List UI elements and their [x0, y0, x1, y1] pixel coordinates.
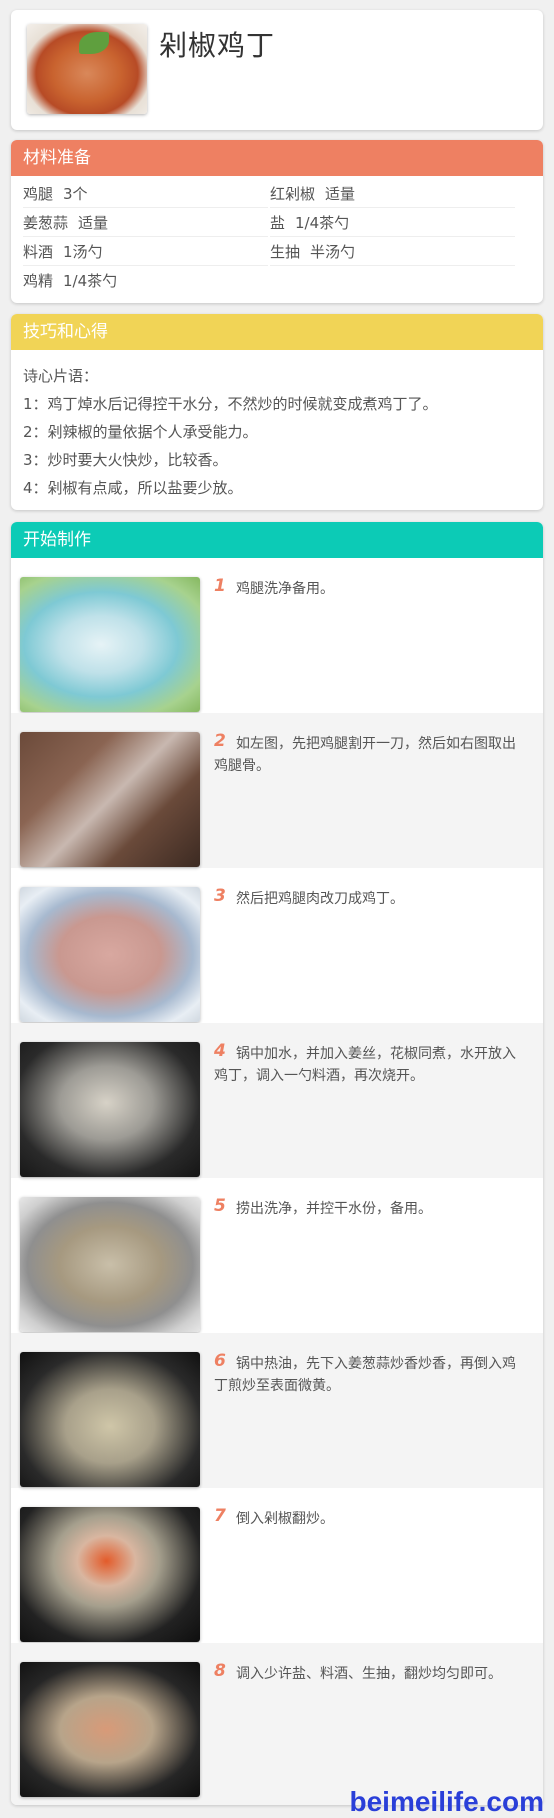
step-text: 锅中加水，并加入姜丝，花椒同煮，水开放入鸡丁，调入一勺料酒，再次烧开。 [214, 1046, 516, 1084]
tips-header: 技巧和心得 [11, 314, 543, 350]
step-photo[interactable] [20, 732, 200, 867]
recipe-page: 剁椒鸡丁 材料准备 鸡腿 3个 红剁椒 适量 姜葱蒜 适量 盐 1/4茶勺 料酒 1汤勺 … [0, 0, 554, 1818]
tip-line: 3：炒时要大火快炒，比较香。 [23, 451, 228, 469]
step-photo[interactable] [20, 887, 200, 1022]
ingredient-item: 鸡腿 3个 [23, 180, 268, 208]
recipe-title: 剁椒鸡丁 [159, 29, 276, 62]
step-photo[interactable] [20, 1507, 200, 1642]
step-row: 2 如左图，先把鸡腿割开一刀，然后如右图取出鸡腿骨。 [11, 713, 543, 868]
ingredient-item: 鸡精 1/4茶勺 [23, 272, 118, 290]
step-text: 如左图，先把鸡腿割开一刀，然后如右图取出鸡腿骨。 [214, 736, 516, 774]
ingredients-header: 材料准备 [11, 140, 543, 176]
step-row: 8 调入少许盐、料酒、生抽，翻炒均匀即可。 [11, 1643, 543, 1805]
tip-line: 4：剁椒有点咸，所以盐要少放。 [23, 479, 243, 497]
steps-header: 开始制作 [11, 522, 543, 558]
step-text: 倒入剁椒翻炒。 [236, 1511, 334, 1527]
tips-intro: 诗心片语： [23, 367, 99, 385]
ingredient-item: 料酒 1汤勺 [23, 238, 268, 266]
tips-body: 诗心片语： 1：鸡丁焯水后记得控干水分，不然炒的时候就变成煮鸡丁了。 2：剁辣椒… [23, 362, 438, 502]
ingredient-item: 红剁椒 适量 [270, 180, 515, 208]
site-watermark: beimeilife.com [349, 1786, 544, 1817]
ingredient-item: 生抽 半汤勺 [270, 238, 515, 266]
tip-line: 1：鸡丁焯水后记得控干水分，不然炒的时候就变成煮鸡丁了。 [23, 395, 438, 413]
ingredient-item: 姜葱蒜 适量 [23, 209, 268, 237]
step-row: 4 锅中加水，并加入姜丝，花椒同煮，水开放入鸡丁，调入一勺料酒，再次烧开。 [11, 1023, 543, 1178]
step-row: 6 锅中热油，先下入姜葱蒜炒香炒香，再倒入鸡丁煎炒至表面微黄。 [11, 1333, 543, 1488]
step-row: 7 倒入剁椒翻炒。 [11, 1488, 543, 1643]
step-text: 鸡腿洗净备用。 [236, 581, 334, 597]
step-text: 锅中热油，先下入姜葱蒜炒香炒香，再倒入鸡丁煎炒至表面微黄。 [214, 1356, 516, 1394]
step-photo[interactable] [20, 577, 200, 712]
step-photo[interactable] [20, 1197, 200, 1332]
step-text: 捞出洗净，并控干水份，备用。 [236, 1201, 432, 1217]
steps-card: 开始制作 1 鸡腿洗净备用。 2 如左图，先把鸡腿割开一刀，然后如右图取出鸡腿骨… [11, 522, 543, 1805]
step-photo[interactable] [20, 1352, 200, 1487]
step-text: 调入少许盐、料酒、生抽，翻炒均匀即可。 [236, 1666, 502, 1682]
step-row: 1 鸡腿洗净备用。 [11, 558, 543, 713]
recipe-hero-card: 剁椒鸡丁 [11, 10, 543, 130]
tips-card: 技巧和心得 诗心片语： 1：鸡丁焯水后记得控干水分，不然炒的时候就变成煮鸡丁了。… [11, 314, 543, 510]
ingredient-item: 盐 1/4茶勺 [270, 209, 515, 237]
ingredients-card: 材料准备 鸡腿 3个 红剁椒 适量 姜葱蒜 适量 盐 1/4茶勺 料酒 1汤勺 生抽 半汤勺… [11, 140, 543, 303]
dish-photo[interactable] [27, 24, 147, 114]
step-photo[interactable] [20, 1042, 200, 1177]
step-row: 5 捞出洗净，并控干水份，备用。 [11, 1178, 543, 1333]
step-photo[interactable] [20, 1662, 200, 1797]
step-row: 3 然后把鸡腿肉改刀成鸡丁。 [11, 868, 543, 1023]
tip-line: 2：剁辣椒的量依据个人承受能力。 [23, 423, 258, 441]
step-text: 然后把鸡腿肉改刀成鸡丁。 [236, 891, 404, 907]
